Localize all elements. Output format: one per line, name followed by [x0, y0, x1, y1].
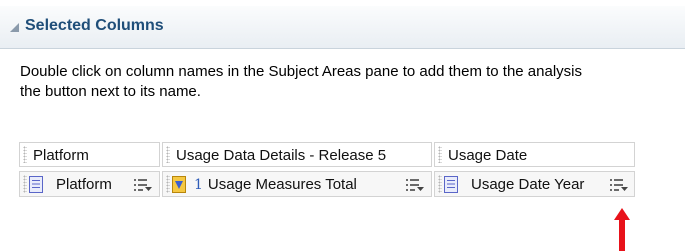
panel-title: Selected Columns	[25, 17, 164, 34]
column-icon	[444, 176, 458, 193]
column-options-menu-icon[interactable]	[133, 177, 153, 193]
column-options-menu-icon[interactable]	[609, 177, 629, 193]
column-folder-label: Usage Data Details - Release 5	[176, 147, 387, 164]
column-name: Usage Date Year	[471, 176, 585, 193]
selected-columns-header: Selected Columns	[0, 6, 685, 49]
column-folder-header[interactable]: Usage Data Details - Release 5	[162, 142, 432, 167]
drag-handle[interactable]	[23, 146, 27, 163]
column-folder-label: Usage Date	[448, 147, 528, 164]
column-folder-header[interactable]: Usage Date	[434, 142, 635, 167]
column-name: Platform	[56, 176, 112, 193]
column-icon	[29, 176, 43, 193]
column-options-menu-icon[interactable]	[405, 177, 425, 193]
column-cell[interactable]: Usage Date Year	[434, 171, 635, 197]
instructions-text: Double click on column names in the Subj…	[20, 63, 582, 100]
column-cell[interactable]: Platform	[19, 171, 160, 197]
column-folder-label: Platform	[33, 147, 89, 164]
drag-handle[interactable]	[23, 175, 27, 193]
collapse-triangle-icon[interactable]	[10, 23, 19, 32]
column-usage-date-year[interactable]: Usage Date Usage Date Year	[434, 137, 635, 202]
column-cell[interactable]: 1 Usage Measures Total	[162, 171, 432, 197]
column-folder-header[interactable]: Platform	[19, 142, 160, 167]
drag-handle[interactable]	[438, 146, 442, 163]
drag-handle[interactable]	[166, 175, 170, 193]
measure-icon	[172, 176, 186, 193]
drag-handle[interactable]	[166, 146, 170, 163]
drag-handle[interactable]	[438, 175, 442, 193]
column-usage-measures-total[interactable]: Usage Data Details - Release 5 1 Usage Me…	[162, 137, 432, 202]
column-platform[interactable]: Platform Platform	[19, 137, 160, 202]
red-arrow-annotation-icon	[614, 208, 630, 251]
column-name: 1 Usage Measures Total	[194, 176, 357, 193]
